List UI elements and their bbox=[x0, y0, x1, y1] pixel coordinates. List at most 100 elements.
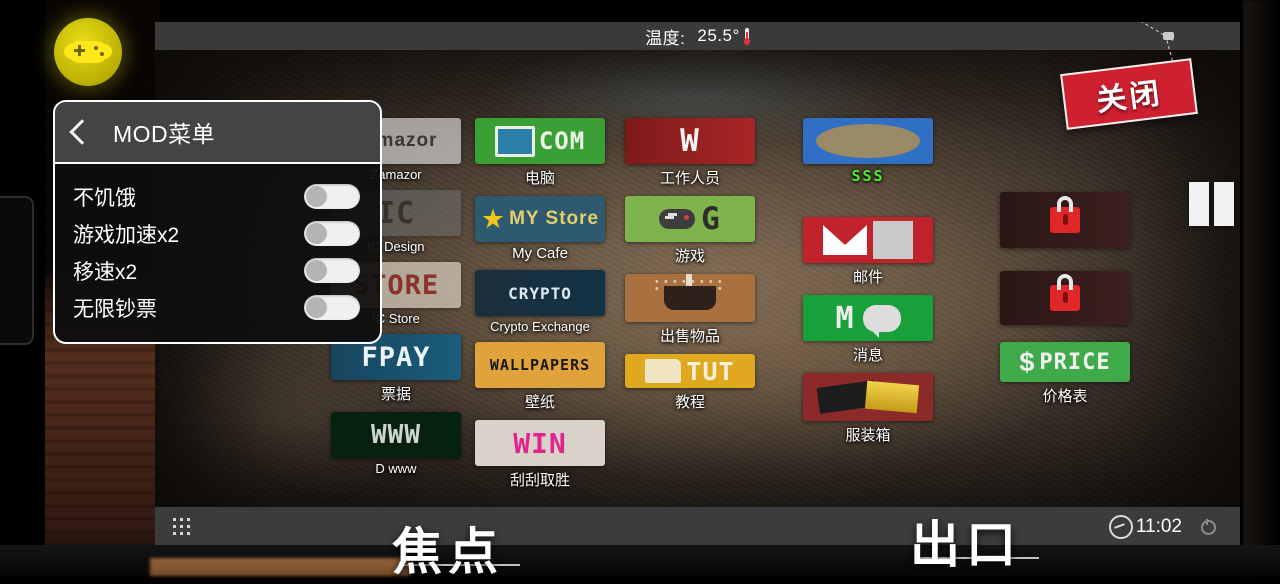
app-games[interactable]: G 游戏 bbox=[625, 196, 755, 266]
paper-note-1 bbox=[1189, 182, 1209, 226]
app-mail[interactable]: 邮件 bbox=[803, 217, 933, 287]
offscreen-panel-edge bbox=[0, 196, 34, 345]
app-grid-icon[interactable] bbox=[173, 518, 190, 535]
tile-text: FPAY bbox=[361, 341, 431, 373]
column-3: W 工作人员 G 游戏 出售物品 TUT 教程 bbox=[625, 118, 755, 420]
mod-label: 不饥饿 bbox=[73, 186, 136, 210]
app-caption: D www bbox=[375, 461, 417, 476]
app-caption: 出售物品 bbox=[659, 328, 720, 345]
app-caption: Crypto Exchange bbox=[490, 319, 590, 334]
my-store-icon: ★ MY Store bbox=[475, 196, 605, 242]
game-bottom-bar: 11:02 bbox=[155, 507, 1240, 545]
mod-label: 移速x2 bbox=[73, 260, 138, 284]
desk-strip bbox=[150, 558, 410, 576]
app-clothing-box[interactable]: 服装箱 bbox=[803, 373, 933, 445]
mod-label: 游戏加速x2 bbox=[73, 223, 180, 247]
mod-menu-title: MOD菜单 bbox=[113, 121, 216, 147]
tile-text: M bbox=[835, 300, 855, 336]
mod-menu-list: 不饥饿 游戏加速x2 移速x2 无限钞票 bbox=[55, 164, 380, 326]
mod-row-game-speed[interactable]: 游戏加速x2 bbox=[55, 215, 380, 252]
toggle-no-hunger[interactable] bbox=[304, 184, 360, 209]
app-caption: 票据 bbox=[380, 386, 411, 403]
temperature-label: 温度: bbox=[645, 28, 686, 48]
locked-kitchen-icon bbox=[1000, 192, 1130, 248]
app-wallpapers[interactable]: WALLPAPERS 壁纸 bbox=[475, 342, 605, 412]
toggle-move-speed[interactable] bbox=[304, 258, 360, 283]
app-my-store[interactable]: ★ MY Store My Cafe bbox=[475, 196, 605, 262]
app-caption: SSS bbox=[851, 167, 885, 185]
mod-menu-panel: MOD菜单 不饥饿 游戏加速x2 移速x2 无限钞票 bbox=[53, 100, 382, 344]
temperature-display: 温度: 25.5° bbox=[645, 24, 750, 49]
games-icon: G bbox=[625, 196, 755, 242]
computer-icon: COM bbox=[475, 118, 605, 164]
app-crypto-exchange[interactable]: CRYPTO Crypto Exchange bbox=[475, 270, 605, 334]
locked-app-icon bbox=[1000, 271, 1130, 325]
tile-text: MY Store bbox=[509, 208, 600, 229]
scratch-win-icon: WIN bbox=[475, 420, 605, 466]
app-caption: 邮件 bbox=[852, 269, 883, 286]
wall-papers-decor bbox=[1189, 182, 1234, 226]
tile-text: WALLPAPERS bbox=[489, 356, 591, 374]
chevron-left-icon[interactable] bbox=[69, 119, 95, 145]
power-icon[interactable] bbox=[1201, 519, 1216, 535]
price-list-icon: $ PRICE bbox=[1000, 342, 1130, 382]
www-icon: WWW bbox=[331, 412, 461, 458]
mod-label: 无限钞票 bbox=[73, 297, 157, 321]
app-scratch-win[interactable]: WIN 刮刮取胜 bbox=[475, 420, 605, 490]
staff-icon: W bbox=[625, 118, 755, 164]
app-caption: 工作人员 bbox=[659, 170, 720, 187]
app-caption: 价格表 bbox=[1042, 388, 1088, 405]
app-caption: 游戏 bbox=[674, 248, 705, 265]
mod-row-unlimited-money[interactable]: 无限钞票 bbox=[55, 289, 380, 326]
screen-root: 温度: 25.5° 关闭 zamazor Zamazor IC IC Desig… bbox=[0, 0, 1280, 580]
sell-items-icon bbox=[625, 274, 755, 322]
mail-icon bbox=[803, 217, 933, 263]
app-caption: My Cafe bbox=[512, 245, 568, 262]
app-www[interactable]: WWW D www bbox=[331, 412, 461, 476]
app-staff[interactable]: W 工作人员 bbox=[625, 118, 755, 188]
clothing-box-icon bbox=[803, 373, 933, 421]
toggle-game-speed[interactable] bbox=[304, 221, 360, 246]
toggle-unlimited-money[interactable] bbox=[304, 295, 360, 320]
app-sell-items[interactable]: 出售物品 bbox=[625, 274, 755, 346]
app-caption: 电脑 bbox=[524, 170, 555, 187]
gamepad-icon bbox=[64, 41, 112, 63]
app-caption: 刮刮取胜 bbox=[509, 472, 570, 489]
app-sss[interactable]: SSS bbox=[803, 118, 933, 185]
app-caption: 服装箱 bbox=[845, 427, 891, 444]
tile-text: CRYPTO bbox=[508, 283, 572, 303]
tile-text: IC bbox=[376, 195, 416, 231]
right-wall-edge bbox=[1243, 0, 1280, 576]
clock-time: 11:02 bbox=[1135, 516, 1182, 537]
mod-menu-fab-button[interactable] bbox=[54, 18, 122, 86]
app-price-list[interactable]: $ PRICE 价格表 bbox=[1000, 342, 1130, 406]
tile-text: COM bbox=[538, 127, 586, 155]
sss-icon bbox=[803, 118, 933, 164]
close-sign-group[interactable]: 关闭 bbox=[1055, 22, 1205, 130]
focus-label[interactable]: 焦点 bbox=[392, 512, 504, 584]
mod-menu-header: MOD菜单 bbox=[55, 102, 380, 164]
exit-label[interactable]: 出口 bbox=[910, 505, 1022, 577]
column-5: $ PRICE 价格表 bbox=[1000, 192, 1130, 414]
mod-row-no-hunger[interactable]: 不饥饿 bbox=[55, 178, 380, 215]
mod-row-move-speed[interactable]: 移速x2 bbox=[55, 252, 380, 289]
app-fpay[interactable]: FPAY 票据 bbox=[331, 334, 461, 404]
app-locked-second[interactable] bbox=[1000, 271, 1130, 328]
thermometer-icon bbox=[743, 27, 750, 45]
tutorial-icon: TUT bbox=[625, 354, 755, 388]
clock-display: 11:02 bbox=[1108, 515, 1182, 539]
close-button[interactable]: 关闭 bbox=[1060, 58, 1198, 130]
tile-text: WIN bbox=[513, 426, 567, 460]
app-locked-kitchen[interactable] bbox=[1000, 192, 1130, 251]
column-2: COM 电脑 ★ MY Store My Cafe CRYPTO Crypto … bbox=[475, 118, 605, 498]
tile-text: W bbox=[680, 123, 700, 159]
app-tutorial[interactable]: TUT 教程 bbox=[625, 354, 755, 412]
app-caption: 消息 bbox=[852, 347, 883, 364]
tile-text: G bbox=[701, 201, 721, 237]
app-computer[interactable]: COM 电脑 bbox=[475, 118, 605, 188]
app-caption: 壁纸 bbox=[524, 394, 555, 411]
wallpapers-icon: WALLPAPERS bbox=[475, 342, 605, 388]
tile-text: WWW bbox=[371, 420, 421, 450]
clock-icon bbox=[1108, 515, 1133, 539]
app-message[interactable]: M 消息 bbox=[803, 295, 933, 365]
